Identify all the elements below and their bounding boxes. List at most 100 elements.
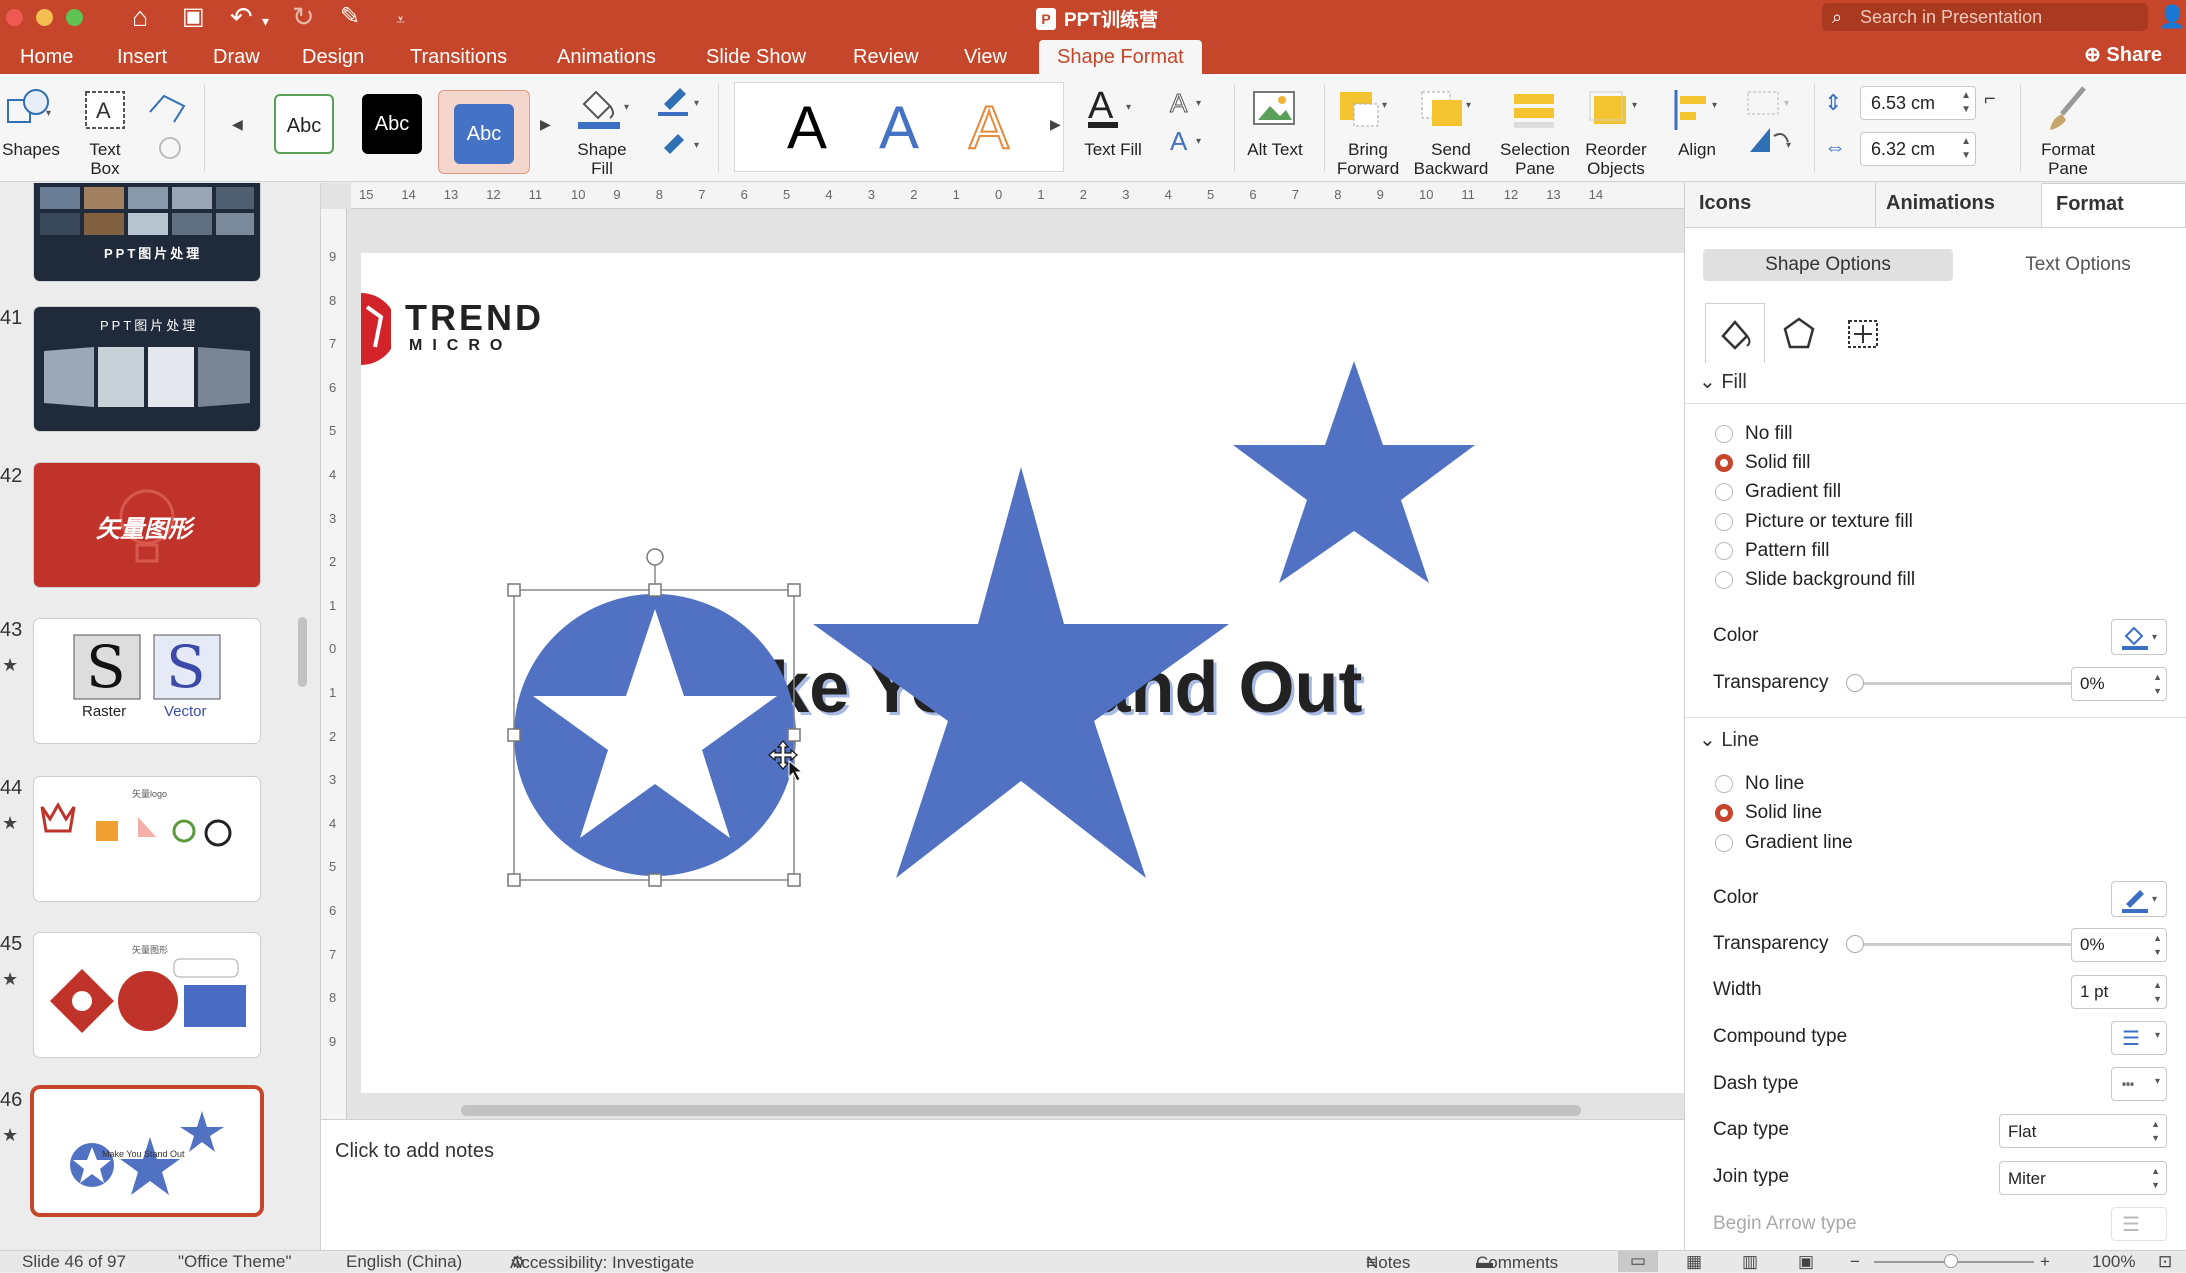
pane-tab-format-shape[interactable]: Format Sh... (2041, 183, 2186, 255)
send-backward-button[interactable]: ▾ (1420, 86, 1480, 134)
radio-solid-fill[interactable] (1715, 454, 1733, 472)
slide-thumbnail[interactable]: 矢量图形 (34, 933, 260, 1057)
join-type-select[interactable]: Miter ▲ ▼ (1999, 1161, 2167, 1195)
radio-slide-background-fill[interactable] (1715, 571, 1733, 589)
stepper-icon[interactable]: ▲ ▼ (2153, 978, 2162, 1006)
radio-solid-line[interactable] (1715, 804, 1733, 822)
slideshow-view-icon[interactable]: ▣ (1798, 1252, 1814, 1272)
slide-thumbnail[interactable]: 矢量logo (34, 777, 260, 901)
no-line-option[interactable]: No line (1715, 773, 1804, 795)
size-properties-tab[interactable] (1833, 303, 1893, 363)
gradient-line-option[interactable]: Gradient line (1715, 832, 1853, 854)
redo-icon[interactable]: ↻ (292, 2, 315, 32)
zoom-slider-knob[interactable] (1944, 1254, 1958, 1268)
picture-fill-option[interactable]: Picture or texture fill (1715, 511, 1913, 533)
wordart-next-icon[interactable]: ▶ (1050, 116, 1061, 133)
edit-icon[interactable]: ✎ (340, 2, 360, 32)
rotate-handle-icon[interactable] (646, 548, 664, 566)
align-button[interactable]: ▾ (1670, 86, 1726, 134)
small-star-shape[interactable] (1233, 361, 1475, 583)
line-transparency-slider[interactable] (1853, 943, 2085, 946)
radio-pattern-fill[interactable] (1715, 542, 1733, 560)
save-icon[interactable]: ▣ (182, 2, 205, 32)
shape-style-selected-frame[interactable]: Abc (438, 90, 530, 174)
fill-color-picker[interactable]: ▾ (2111, 619, 2167, 655)
share-button[interactable]: ⊕ Share (2084, 40, 2162, 70)
radio-no-line[interactable] (1715, 775, 1733, 793)
shape-options-tab[interactable]: Shape Options (1703, 249, 1953, 281)
tab-design[interactable]: Design (302, 40, 364, 74)
format-pane-button[interactable] (2044, 84, 2094, 134)
dash-type-dropdown[interactable]: ┅ ▾ (2111, 1067, 2167, 1101)
effects-tab[interactable] (1769, 303, 1829, 363)
account-icon[interactable]: 👤 (2159, 4, 2186, 30)
text-effects-button[interactable]: A ▾ A ▾ (1166, 84, 1216, 164)
tab-insert[interactable]: Insert (117, 40, 167, 74)
fill-line-tab[interactable] (1705, 303, 1765, 363)
tab-home[interactable]: Home (20, 40, 73, 74)
shape-style-outline[interactable]: Abc (274, 94, 334, 154)
height-input[interactable]: 6.53 cm ▲ ▼ (1860, 86, 1976, 120)
slide-thumbnail[interactable]: 矢量图形 (34, 463, 260, 587)
reorder-objects-button[interactable]: ▾ (1586, 86, 1646, 134)
stepper-icon[interactable]: ▲ ▼ (2153, 670, 2162, 698)
pattern-fill-option[interactable]: Pattern fill (1715, 540, 1829, 562)
width-input[interactable]: 6.32 cm ▲ ▼ (1860, 132, 1976, 166)
gallery-next-icon[interactable]: ▶ (540, 116, 551, 133)
line-transparency-input[interactable]: 0% ▲ ▼ (2071, 928, 2167, 962)
begin-arrow-type-dropdown[interactable]: ☰ (2111, 1207, 2167, 1241)
window-maximize-button[interactable] (66, 9, 83, 26)
height-stepper-icon[interactable]: ▲ ▼ (1961, 89, 1971, 117)
cap-type-select[interactable]: Flat ▲ ▼ (1999, 1114, 2167, 1148)
tab-animations[interactable]: Animations (557, 40, 656, 74)
fill-transparency-slider[interactable] (1853, 682, 2085, 685)
large-star-shape[interactable] (813, 467, 1229, 878)
no-fill-option[interactable]: No fill (1715, 423, 1793, 445)
radio-picture-fill[interactable] (1715, 513, 1733, 531)
shapes-button[interactable]: ▾ (6, 86, 56, 130)
tab-review[interactable]: Review (853, 40, 919, 74)
line-color-picker[interactable]: ▾ (2111, 881, 2167, 917)
slide-sorter-view-icon[interactable]: ▦ (1686, 1252, 1702, 1272)
slide-thumbnail[interactable]: SS Raster Vector (34, 619, 260, 743)
gradient-fill-option[interactable]: Gradient fill (1715, 481, 1841, 503)
slide-thumbnail[interactable]: PPT图片处理 (34, 183, 260, 281)
fill-transparency-input[interactable]: 0% ▲ ▼ (2071, 667, 2167, 701)
pane-tab-icons[interactable]: Icons (1699, 183, 1751, 227)
slide-canvas[interactable]: TREND MICRO Make You Stand Out (361, 253, 1685, 1093)
customize-toolbar-icon[interactable]: ⩡ (396, 6, 405, 36)
wordart-style-orange-outline[interactable]: A (968, 93, 1010, 162)
tab-slide-show[interactable]: Slide Show (706, 40, 806, 74)
tab-view[interactable]: View (964, 40, 1007, 74)
bring-forward-button[interactable]: ▾ (1338, 86, 1398, 134)
reading-view-icon[interactable]: ▥ (1742, 1252, 1758, 1272)
solid-line-option[interactable]: Solid line (1715, 802, 1822, 824)
undo-dropdown-icon[interactable]: ▾ (262, 6, 269, 36)
radio-gradient-line[interactable] (1715, 834, 1733, 852)
zoom-level[interactable]: 100% (2092, 1252, 2135, 1272)
zoom-in-icon[interactable]: + (2040, 1252, 2050, 1272)
shape-fill-button[interactable]: ▾ (574, 84, 634, 134)
line-width-input[interactable]: 1 pt ▲ ▼ (2071, 975, 2167, 1009)
fill-section-header[interactable]: ⌄ Fill (1699, 369, 1747, 394)
slide-thumbnail[interactable]: PPT图片处理 (34, 307, 260, 431)
home-icon[interactable]: ⌂ (132, 2, 148, 32)
wordart-style-blue[interactable]: A (879, 93, 919, 162)
tab-shape-format[interactable]: Shape Format (1039, 40, 1202, 74)
zoom-out-icon[interactable]: − (1850, 1252, 1860, 1272)
text-options-tab[interactable]: Text Options (1953, 249, 2186, 281)
text-fill-button[interactable]: A ▾ (1084, 84, 1144, 134)
fill-transparency-knob[interactable] (1846, 674, 1864, 692)
search-input[interactable]: ⌕ Search in Presentation (1822, 3, 2148, 31)
line-section-header[interactable]: ⌄ Line (1699, 727, 1759, 752)
window-minimize-button[interactable] (36, 9, 53, 26)
edit-shape-button[interactable] (144, 88, 194, 168)
wordart-style-black[interactable]: A (787, 93, 827, 162)
group-rotate-buttons[interactable]: ▾ ▾ (1740, 86, 1800, 166)
normal-view-icon[interactable]: ▭ (1618, 1251, 1658, 1272)
tab-transitions[interactable]: Transitions (410, 40, 507, 74)
slide-thumbnail-selected[interactable]: Make You Stand Out (34, 1089, 260, 1213)
shape-outline-button[interactable]: ▾ ▾ (654, 86, 704, 166)
stepper-icon[interactable]: ▲ ▼ (2153, 931, 2162, 959)
radio-gradient-fill[interactable] (1715, 483, 1733, 501)
